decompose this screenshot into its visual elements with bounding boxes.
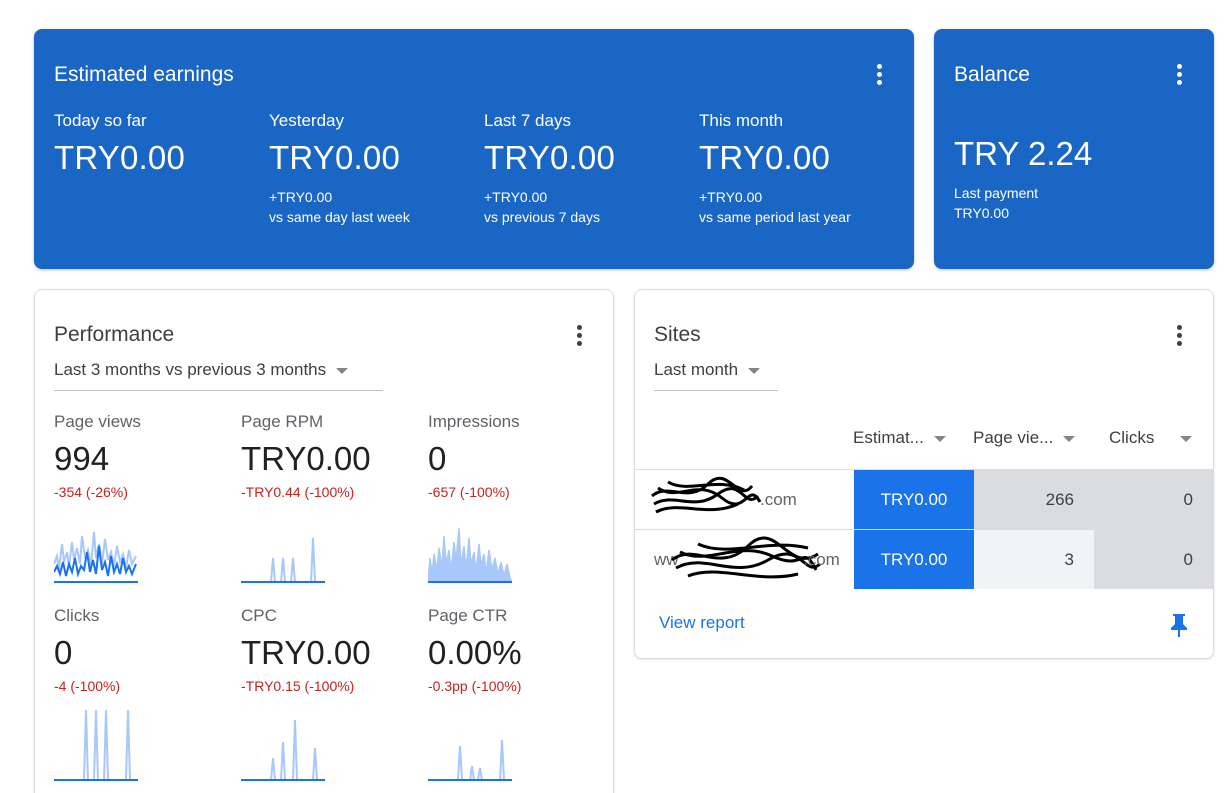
redaction-scribble bbox=[651, 476, 762, 514]
last-payment-label: Last payment bbox=[954, 185, 1039, 201]
metric-page-ctr[interactable]: Page CTR 0.00% -0.3pp (-100%) bbox=[428, 606, 608, 782]
metric-value: TRY0.00 bbox=[484, 139, 616, 176]
redaction-scribble bbox=[671, 536, 821, 579]
metric-clicks[interactable]: Clicks 0 -4 (-100%) bbox=[54, 606, 234, 782]
sort-caret-icon bbox=[1180, 436, 1193, 442]
metric-delta: +TRY0.00 bbox=[269, 189, 333, 205]
sites-range-dropdown[interactable]: Last month bbox=[654, 360, 778, 391]
estimated-earnings-card: Estimated earnings Today so far TRY0.00 … bbox=[34, 29, 914, 269]
balance-card: Balance TRY 2.24 Last payment TRY0.00 bbox=[934, 29, 1214, 269]
metric-delta: -TRY0.44 (-100%) bbox=[241, 484, 355, 500]
metric-value: TRY0.00 bbox=[54, 139, 186, 176]
metric-label: CPC bbox=[241, 606, 277, 625]
site-name: .com bbox=[760, 490, 797, 509]
performance-card: Performance Last 3 months vs previous 3 … bbox=[34, 289, 614, 793]
metric-delta: -354 (-26%) bbox=[54, 484, 128, 500]
metric-page-rpm[interactable]: Page RPM TRY0.00 -TRY0.44 (-100%) bbox=[241, 412, 421, 584]
impressions-sparkline bbox=[428, 527, 512, 583]
column-label: Page vie... bbox=[973, 428, 1054, 447]
metric-page-views[interactable]: Page views 994 -354 (-26%) bbox=[54, 412, 234, 584]
metric-cpc[interactable]: CPC TRY0.00 -TRY0.15 (-100%) bbox=[241, 606, 421, 782]
metric-value: TRY0.00 bbox=[241, 440, 371, 477]
performance-range-dropdown[interactable]: Last 3 months vs previous 3 months bbox=[54, 360, 383, 391]
metric-delta: -TRY0.15 (-100%) bbox=[241, 678, 355, 694]
column-header-estimated-earnings[interactable]: Estimat... bbox=[853, 428, 946, 448]
dropdown-caret-icon bbox=[748, 368, 761, 374]
metric-last-7-days: Last 7 days TRY0.00 +TRY0.00 vs previous… bbox=[484, 111, 694, 227]
metric-label: Last 7 days bbox=[484, 111, 571, 130]
column-label: Clicks bbox=[1109, 428, 1155, 447]
sites-title: Sites bbox=[654, 323, 701, 346]
view-report-link[interactable]: View report bbox=[659, 613, 745, 633]
sites-more-icon[interactable] bbox=[1167, 323, 1191, 347]
metric-delta: -657 (-100%) bbox=[428, 484, 510, 500]
metric-today: Today so far TRY0.00 bbox=[54, 111, 264, 177]
metric-value: 0 bbox=[428, 440, 447, 477]
earnings-title: Estimated earnings bbox=[54, 63, 234, 86]
balance-title: Balance bbox=[954, 63, 1030, 86]
page-views-cell: 3 bbox=[974, 530, 1094, 589]
metric-delta: -4 (-100%) bbox=[54, 678, 121, 694]
sort-caret-icon bbox=[933, 436, 946, 442]
metric-label: Clicks bbox=[54, 606, 100, 625]
performance-more-icon[interactable] bbox=[567, 323, 591, 347]
balance-value: TRY 2.24 bbox=[954, 135, 1093, 172]
metric-this-month: This month TRY0.00 +TRY0.00 vs same peri… bbox=[699, 111, 909, 227]
metric-label: Page CTR bbox=[428, 606, 508, 625]
sites-range-label: Last month bbox=[654, 360, 739, 379]
earnings-cell: TRY0.00 bbox=[854, 470, 974, 529]
metric-value: TRY0.00 bbox=[241, 634, 371, 671]
metric-compare: vs same period last year bbox=[699, 209, 851, 225]
metric-delta: +TRY0.00 bbox=[484, 189, 548, 205]
metric-label: This month bbox=[699, 111, 784, 130]
metric-value: 994 bbox=[54, 440, 110, 477]
cpc-sparkline bbox=[241, 719, 325, 781]
dropdown-caret-icon bbox=[336, 368, 349, 374]
balance-more-icon[interactable] bbox=[1167, 62, 1191, 86]
metric-value: 0.00% bbox=[428, 634, 522, 671]
performance-title: Performance bbox=[54, 323, 175, 346]
clicks-sparkline bbox=[54, 709, 138, 781]
metric-label: Yesterday bbox=[269, 111, 344, 130]
performance-range-label: Last 3 months vs previous 3 months bbox=[54, 360, 327, 379]
page-rpm-sparkline bbox=[241, 537, 325, 583]
metric-yesterday: Yesterday TRY0.00 +TRY0.00 vs same day l… bbox=[269, 111, 479, 227]
page-ctr-sparkline bbox=[428, 739, 512, 781]
metric-label: Page RPM bbox=[241, 412, 324, 431]
column-header-clicks[interactable]: Clicks bbox=[1109, 428, 1193, 448]
metric-compare: vs previous 7 days bbox=[484, 209, 600, 225]
metric-delta: -0.3pp (-100%) bbox=[428, 678, 522, 694]
clicks-cell: 0 bbox=[1094, 470, 1213, 529]
earnings-cell: TRY0.00 bbox=[854, 530, 974, 589]
metric-impressions[interactable]: Impressions 0 -657 (-100%) bbox=[428, 412, 608, 584]
column-label: Estimat... bbox=[853, 428, 924, 447]
page-views-cell: 266 bbox=[974, 470, 1094, 529]
pin-icon[interactable] bbox=[1168, 612, 1190, 638]
metric-compare: vs same day last week bbox=[269, 209, 410, 225]
metric-label: Page views bbox=[54, 412, 141, 431]
clicks-cell: 0 bbox=[1094, 530, 1213, 589]
metric-label: Impressions bbox=[428, 412, 520, 431]
page-views-sparkline bbox=[54, 531, 138, 583]
metric-value: TRY0.00 bbox=[699, 139, 831, 176]
sort-caret-icon bbox=[1063, 436, 1076, 442]
metric-label: Today so far bbox=[54, 111, 147, 130]
site-name: .com bbox=[803, 550, 840, 569]
column-header-page-views[interactable]: Page vie... bbox=[973, 428, 1076, 448]
earnings-more-icon[interactable] bbox=[867, 62, 891, 86]
metric-value: TRY0.00 bbox=[269, 139, 401, 176]
metric-value: 0 bbox=[54, 634, 73, 671]
metric-delta: +TRY0.00 bbox=[699, 189, 763, 205]
last-payment-value: TRY0.00 bbox=[954, 205, 1009, 221]
